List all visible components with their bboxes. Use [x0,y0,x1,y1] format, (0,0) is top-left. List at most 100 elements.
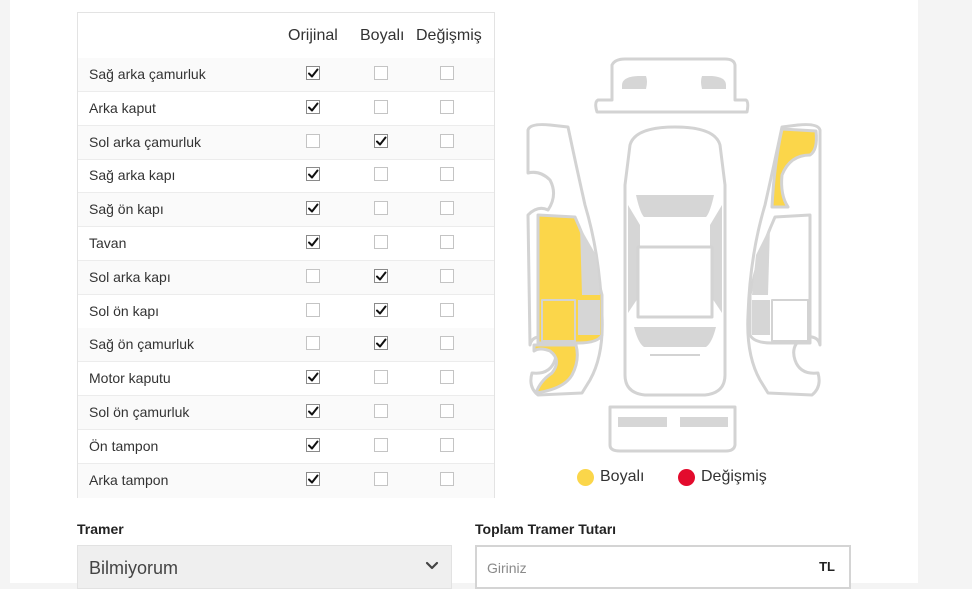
tramer-select-value: Bilmiyorum [89,558,179,578]
table-row: Sol ön çamurluk [78,396,494,430]
table-row: Sol arka çamurluk [78,125,494,160]
changed-checkbox[interactable] [440,201,454,216]
original-checkbox[interactable] [306,99,320,114]
part-label: Arka tampon [89,471,169,488]
table-row: Sağ ön çamurluk [78,328,494,363]
changed-checkbox[interactable] [440,336,454,351]
changed-checkbox[interactable] [440,133,454,148]
original-checkbox[interactable] [306,66,320,80]
part-label: Sağ arka çamurluk [89,66,206,82]
checkmark-icon [308,372,319,382]
painted-checkbox[interactable] [374,336,388,351]
painted-checkbox[interactable] [374,404,388,418]
changed-checkbox[interactable] [440,167,454,182]
changed-checkbox[interactable] [440,370,454,385]
part-label: Ön tampon [89,437,159,454]
table-row: Sol arka kapı [78,260,494,295]
part-label: Sağ arka kapı [89,167,176,184]
right-side-parts [746,123,822,397]
original-checkbox[interactable] [306,336,320,351]
painted-checkbox[interactable] [374,99,388,114]
changed-checkbox[interactable] [440,404,454,418]
checkmark-icon [308,169,319,179]
checkmark-icon [376,305,387,315]
table-header: Orijinal Boyalı Değişmiş [78,13,494,59]
front-bumper-part [608,405,737,453]
changed-checkbox[interactable] [440,268,454,283]
column-header-changed: Değişmiş [416,27,482,44]
currency-suffix: TL [819,559,835,574]
painted-checkbox[interactable] [374,66,388,80]
original-checkbox[interactable] [306,370,320,385]
changed-checkbox[interactable] [440,235,454,249]
original-checkbox[interactable] [306,201,320,216]
table-row: Arka kaput [78,92,494,126]
legend-painted-label: Boyalı [600,468,645,485]
total-tramer-label: Toplam Tramer Tutarı [475,521,617,537]
painted-checkbox[interactable] [374,370,388,385]
original-checkbox[interactable] [306,471,320,486]
painted-checkbox[interactable] [374,302,388,317]
table-row: Ön tampon [78,430,494,464]
part-label: Sol arka çamurluk [89,133,202,150]
original-checkbox[interactable] [306,404,320,418]
table-row: Sağ arka kapı [78,159,494,194]
part-label: Sağ ön çamurluk [89,336,195,353]
checkmark-icon [308,203,319,213]
original-checkbox[interactable] [306,167,320,182]
part-label: Arka kaput [89,99,156,116]
painted-checkbox[interactable] [374,167,388,182]
painted-checkbox[interactable] [374,437,388,452]
changed-checkbox[interactable] [440,66,454,80]
damage-table: Orijinal Boyalı Değişmiş Sağ arka çamurl… [77,12,495,498]
part-label: Sol ön çamurluk [89,404,190,420]
car-top-view [623,125,727,397]
checkmark-icon [376,338,387,348]
checkmark-icon [308,406,319,416]
checkmark-icon [376,136,387,146]
rear-bumper-part [594,57,750,114]
part-label: Tavan [89,235,127,251]
part-label: Sol arka kapı [89,268,171,285]
checkmark-icon [308,440,319,450]
table-row: Motor kaputu [78,362,494,397]
left-side-parts [526,123,604,397]
table-row: Sağ arka çamurluk [78,58,494,92]
checkmark-icon [308,237,319,247]
changed-checkbox[interactable] [440,99,454,114]
tramer-label: Tramer [77,521,124,537]
changed-checkbox[interactable] [440,437,454,452]
changed-checkbox[interactable] [440,471,454,486]
table-row: Sağ ön kapı [78,193,494,228]
table-row: Tavan [78,227,494,261]
legend-painted: Boyalı [577,468,644,486]
column-header-painted: Boyalı [360,27,405,44]
painted-checkbox[interactable] [374,201,388,216]
painted-checkbox[interactable] [374,133,388,148]
original-checkbox[interactable] [306,133,320,148]
total-tramer-input[interactable] [487,557,787,579]
checkmark-icon [308,68,319,78]
part-label: Sol ön kapı [89,302,160,319]
part-label: Sağ ön kapı [89,201,164,218]
original-checkbox[interactable] [306,235,320,249]
table-row: Sol ön kapı [78,295,494,329]
changed-dot-icon [678,468,695,486]
painted-checkbox[interactable] [374,235,388,249]
tramer-select[interactable]: Bilmiyorum [77,545,452,589]
painted-checkbox[interactable] [374,268,388,283]
original-checkbox[interactable] [306,302,320,317]
checkmark-icon [376,271,387,281]
painted-checkbox[interactable] [374,471,388,486]
chevron-down-icon [425,561,439,570]
original-checkbox[interactable] [306,268,320,283]
total-tramer-field: TL [475,545,851,589]
changed-checkbox[interactable] [440,302,454,317]
checkmark-icon [308,102,319,112]
table-row: Arka tampon [78,463,494,498]
checkmark-icon [308,474,319,484]
original-checkbox[interactable] [306,437,320,452]
legend-changed-label: Değişmiş [701,468,767,485]
painted-dot-icon [577,468,594,486]
part-label: Motor kaputu [89,370,171,387]
